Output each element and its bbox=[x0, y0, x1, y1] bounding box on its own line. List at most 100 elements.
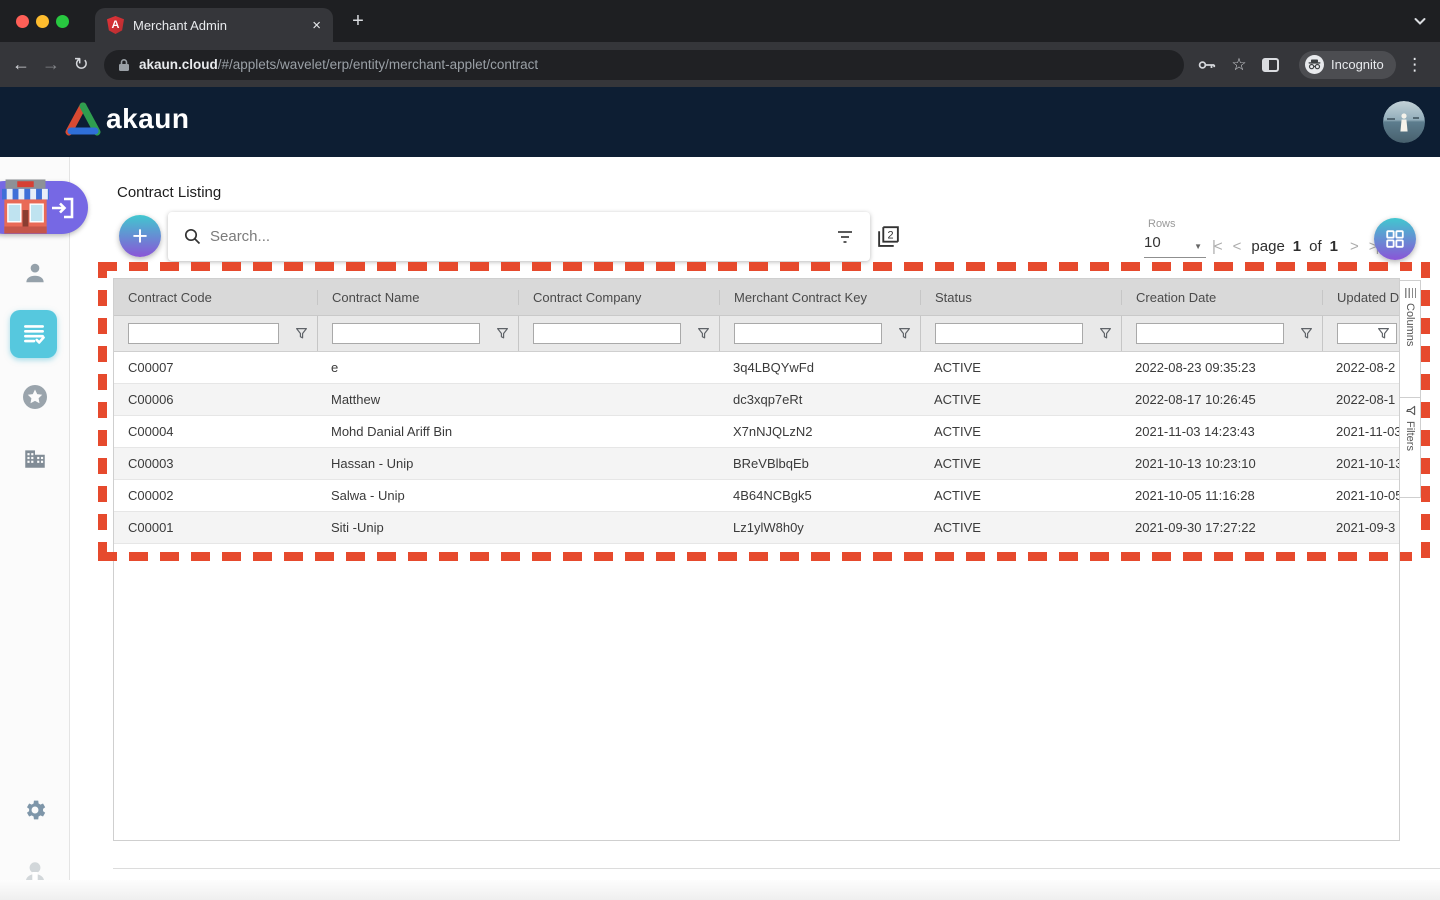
side-panel-icon[interactable] bbox=[1262, 58, 1279, 72]
cell-name: Mohd Danial Ariff Bin bbox=[317, 416, 518, 447]
column-header[interactable]: Contract Name bbox=[317, 290, 518, 305]
address-bar[interactable]: akaun.cloud/#/applets/wavelet/erp/entity… bbox=[104, 50, 1184, 80]
column-header[interactable]: Contract Code bbox=[114, 290, 317, 305]
filter-cell bbox=[114, 316, 317, 351]
close-window-button[interactable] bbox=[16, 15, 29, 28]
fullscreen-window-button[interactable] bbox=[56, 15, 69, 28]
cell-status: ACTIVE bbox=[920, 416, 1121, 447]
cell-status: ACTIVE bbox=[920, 352, 1121, 383]
annotation-dash-left bbox=[98, 262, 107, 561]
sidebar-item-organization[interactable] bbox=[0, 445, 70, 471]
search-input[interactable] bbox=[210, 228, 836, 245]
grid-icon bbox=[1384, 228, 1406, 250]
cell-updated: 2022-08-1 bbox=[1322, 384, 1399, 415]
first-page-button[interactable]: |< bbox=[1212, 238, 1221, 255]
column-header[interactable]: Creation Date bbox=[1121, 290, 1322, 305]
reload-button[interactable]: ↻ bbox=[66, 54, 96, 75]
filter-funnel-icon[interactable] bbox=[1099, 327, 1112, 340]
table-row[interactable]: C00006Matthewdc3xqp7eRtACTIVE2022-08-17 … bbox=[114, 384, 1399, 416]
filters-tab[interactable]: Filters bbox=[1399, 398, 1421, 498]
of-word: of bbox=[1309, 238, 1322, 255]
cell-company bbox=[518, 480, 719, 511]
filter-funnel-icon[interactable] bbox=[697, 327, 710, 340]
browser-toolbar: ← → ↻ akaun.cloud/#/applets/wavelet/erp/… bbox=[0, 42, 1440, 87]
columns-tab[interactable]: Columns bbox=[1399, 280, 1421, 398]
enter-applet-icon bbox=[50, 195, 76, 221]
column-header[interactable]: Contract Company bbox=[518, 290, 719, 305]
table-row[interactable]: C00003Hassan - UnipBReVBlbqEbACTIVE2021-… bbox=[114, 448, 1399, 480]
incognito-badge: Incognito bbox=[1299, 51, 1396, 79]
filter-cell bbox=[1322, 316, 1399, 351]
sidebar-item-favorites[interactable] bbox=[0, 382, 70, 412]
back-button[interactable]: ← bbox=[6, 54, 36, 75]
filter-cell bbox=[920, 316, 1121, 351]
total-pages-number: 1 bbox=[1330, 238, 1338, 255]
filter-funnel-icon[interactable] bbox=[496, 327, 509, 340]
cell-name: e bbox=[317, 352, 518, 383]
filter-funnel-icon[interactable] bbox=[1300, 327, 1313, 340]
table-row[interactable]: C00007e3q4LBQYwFdACTIVE2022-08-23 09:35:… bbox=[114, 352, 1399, 384]
cell-name: Siti -Unip bbox=[317, 512, 518, 543]
caret-down-icon: ▼ bbox=[1194, 242, 1202, 251]
filter-funnel-icon[interactable] bbox=[898, 327, 911, 340]
cell-key: X7nNJQLzN2 bbox=[719, 416, 920, 447]
table-row[interactable]: C00002Salwa - Unip4B64NCBgk5ACTIVE2021-1… bbox=[114, 480, 1399, 512]
column-filter-input[interactable] bbox=[128, 323, 279, 344]
column-header[interactable]: Merchant Contract Key bbox=[719, 290, 920, 305]
lock-icon bbox=[118, 58, 130, 72]
column-filter-input[interactable] bbox=[734, 323, 882, 344]
rows-per-page-select[interactable]: 10 ▼ bbox=[1144, 234, 1206, 258]
person-icon bbox=[22, 260, 48, 286]
annotation-dash-right bbox=[1421, 262, 1430, 568]
url-path: /#/applets/wavelet/erp/entity/merchant-a… bbox=[218, 57, 538, 72]
akaun-logo[interactable]: akaun bbox=[64, 102, 189, 136]
password-key-icon[interactable] bbox=[1190, 59, 1224, 71]
browser-menu-icon[interactable]: ⋮ bbox=[1402, 55, 1428, 75]
next-page-button[interactable]: > bbox=[1350, 238, 1357, 255]
cell-name: Matthew bbox=[317, 384, 518, 415]
sidebar-item-listing-active[interactable] bbox=[10, 310, 57, 358]
filter-funnel-icon[interactable] bbox=[1377, 327, 1390, 340]
new-tab-button[interactable]: + bbox=[346, 9, 370, 33]
tab-title: Merchant Admin bbox=[133, 18, 304, 33]
filter-funnel-icon[interactable] bbox=[295, 327, 308, 340]
app-header: akaun bbox=[0, 87, 1440, 157]
search-bar bbox=[168, 212, 870, 261]
column-filter-input[interactable] bbox=[935, 323, 1083, 344]
grid-view-button[interactable] bbox=[1374, 218, 1416, 260]
table-body: C00007e3q4LBQYwFdACTIVE2022-08-23 09:35:… bbox=[114, 352, 1399, 544]
column-header[interactable]: Status bbox=[920, 290, 1121, 305]
sidebar-item-profile[interactable] bbox=[0, 260, 70, 286]
tab-search-chevron-icon[interactable] bbox=[1412, 13, 1428, 29]
filter-list-icon[interactable] bbox=[836, 230, 854, 244]
cell-created: 2021-09-30 17:27:22 bbox=[1121, 512, 1322, 543]
browser-window: A Merchant Admin × + ← → ↻ akaun.cloud/#… bbox=[0, 0, 1440, 900]
table-header-row: Contract CodeContract NameContract Compa… bbox=[114, 279, 1399, 316]
user-avatar[interactable] bbox=[1383, 101, 1425, 143]
minimize-window-button[interactable] bbox=[36, 15, 49, 28]
drag-grip-icon bbox=[1405, 288, 1416, 298]
table-row[interactable]: C00001Siti -UnipLz1ylW8h0yACTIVE2021-09-… bbox=[114, 512, 1399, 544]
cell-created: 2022-08-23 09:35:23 bbox=[1121, 352, 1322, 383]
filter-2-icon[interactable]: 2 bbox=[876, 224, 901, 249]
forward-button[interactable]: → bbox=[36, 54, 66, 75]
sidebar-item-settings[interactable] bbox=[0, 797, 70, 823]
column-filter-input[interactable] bbox=[1136, 323, 1284, 344]
url-domain: akaun.cloud bbox=[139, 57, 218, 72]
previous-page-button[interactable]: < bbox=[1233, 238, 1240, 255]
browser-tab[interactable]: A Merchant Admin × bbox=[95, 8, 333, 42]
tab-close-icon[interactable]: × bbox=[312, 17, 321, 34]
cell-code: C00006 bbox=[114, 384, 317, 415]
star-circle-icon bbox=[20, 382, 50, 412]
column-filter-input[interactable] bbox=[533, 323, 681, 344]
add-contract-button[interactable]: + bbox=[119, 215, 161, 257]
column-filter-input[interactable] bbox=[332, 323, 480, 344]
table-row[interactable]: C00004Mohd Danial Ariff BinX7nNJQLzN2ACT… bbox=[114, 416, 1399, 448]
cell-code: C00003 bbox=[114, 448, 317, 479]
merchant-shop-icon[interactable] bbox=[2, 179, 49, 234]
cell-key: 4B64NCBgk5 bbox=[719, 480, 920, 511]
checklist-icon bbox=[21, 321, 47, 347]
bookmark-star-icon[interactable]: ☆ bbox=[1224, 55, 1254, 75]
column-header[interactable]: Updated Date bbox=[1322, 290, 1399, 305]
cell-created: 2021-11-03 14:23:43 bbox=[1121, 416, 1322, 447]
